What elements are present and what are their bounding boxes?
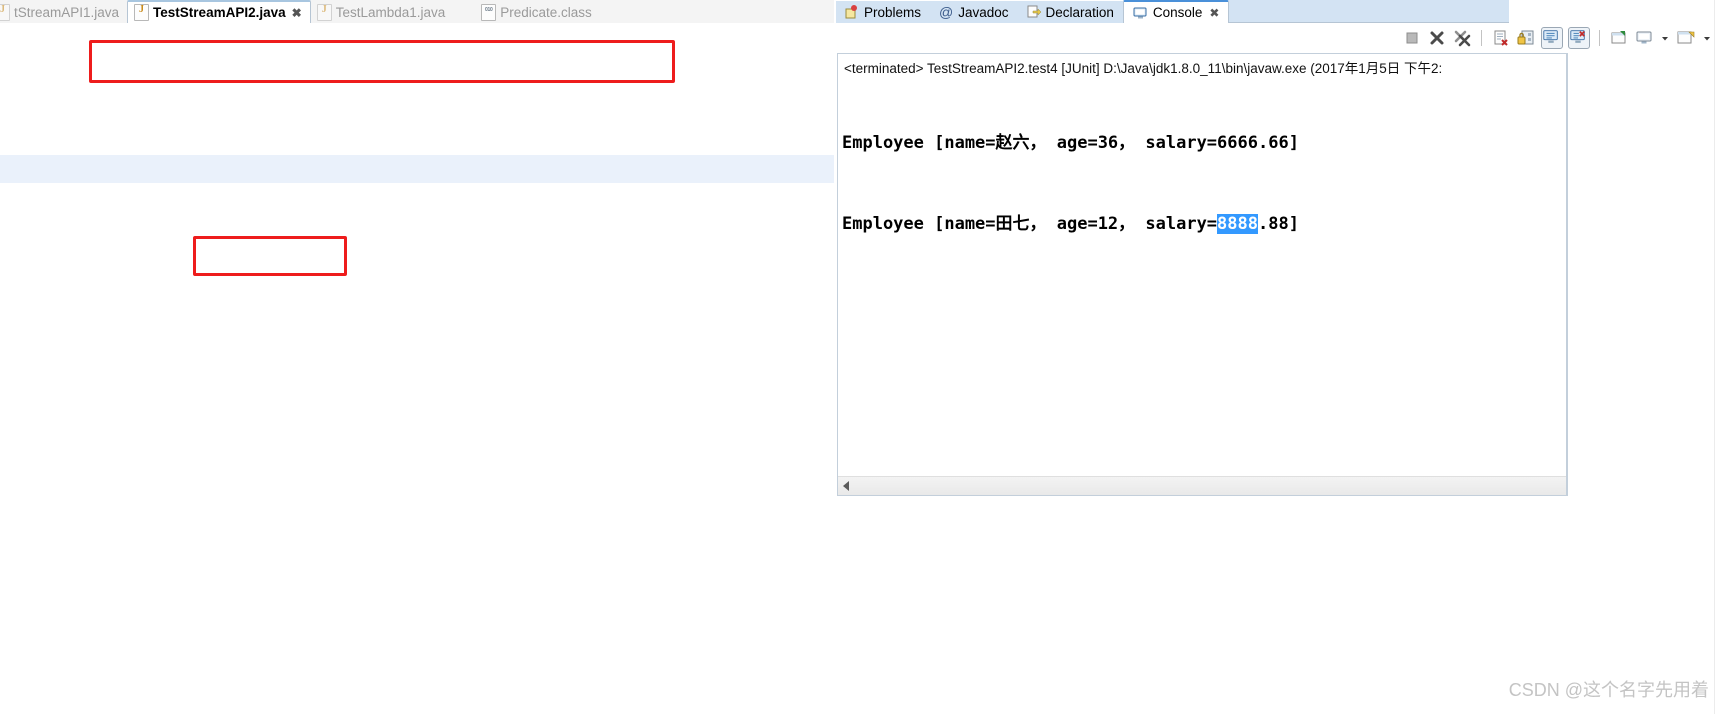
code-line-filter-1: .filter((e) -> e.getSalary() > 5000) bbox=[0, 211, 834, 239]
scroll-lock-button[interactable] bbox=[1516, 28, 1536, 48]
declaration-icon bbox=[1027, 5, 1041, 18]
code-line-close-lambda: }) bbox=[0, 519, 834, 547]
show-console-on-output-button[interactable] bbox=[1541, 27, 1563, 49]
view-menu-button[interactable] bbox=[1701, 28, 1713, 48]
code-line-close-brace-2: } bbox=[0, 603, 834, 631]
console-panel-right-border bbox=[1567, 53, 1568, 496]
view-tab-bar-empty bbox=[1509, 1, 1723, 23]
terminate-button[interactable] bbox=[1402, 28, 1422, 48]
code-line-annotation-test4: @Test bbox=[0, 127, 834, 155]
remove-launch-button[interactable] bbox=[1427, 28, 1447, 48]
view-tab-label: Declaration bbox=[1045, 4, 1114, 20]
chevron-down-icon[interactable] bbox=[1659, 28, 1671, 48]
code-line-println-shortcircuit: System.out.println("短路!"); //&& || bbox=[0, 463, 834, 491]
view-tab-bar: Problems @ Javadoc Declaration Console ✖ bbox=[836, 0, 1723, 23]
window-right-edge bbox=[1714, 0, 1723, 714]
code-line-skip-comment: skip(n) — 跳过元素，返回一个扔掉了前 n 个元素的流。若流中元素不足 … bbox=[0, 43, 834, 71]
code-line-foreach-1: .forEach(System.out::println); bbox=[0, 267, 834, 295]
code-line-employees-stream-1: employees.stream() bbox=[0, 183, 834, 211]
code-line-method-test3: public void test3(){ bbox=[0, 379, 834, 407]
close-icon[interactable]: ✖ bbox=[1209, 6, 1219, 20]
code-line-method-test4: public void test4(){ bbox=[0, 155, 834, 183]
console-output-line: Employee [name=田七， age=12， salary=8888.8… bbox=[842, 211, 1566, 238]
pin-console-button[interactable] bbox=[1609, 28, 1629, 48]
code-line-employees-stream-2: employees.stream() bbox=[0, 407, 834, 435]
view-tab-problems[interactable]: Problems bbox=[836, 1, 931, 23]
code-line-limit2: .limit(2) bbox=[0, 547, 834, 575]
java-editor-pane: tStreamAPI1.java TestStreamAPI2.java ✖ T… bbox=[0, 0, 834, 714]
view-tab-label: Problems bbox=[864, 4, 922, 20]
view-tab-console[interactable]: Console ✖ bbox=[1122, 0, 1230, 23]
javadoc-at-icon: @ bbox=[939, 4, 954, 20]
code-line-return: return e.getSalary() > 5000; bbox=[0, 491, 834, 519]
show-console-on-error-button[interactable] bbox=[1568, 27, 1590, 49]
console-launch-header: <terminated> TestStreamAPI2.test4 [JUnit… bbox=[844, 61, 1443, 76]
console-horizontal-scrollbar[interactable] bbox=[838, 476, 1566, 495]
console-output-panel[interactable]: <terminated> TestStreamAPI2.test4 [JUnit… bbox=[837, 53, 1567, 496]
view-tab-bar-filler bbox=[1229, 0, 1510, 23]
code-line-filter-2: .filter((e) -> { bbox=[0, 435, 834, 463]
console-view-pane: Problems @ Javadoc Declaration Console ✖ bbox=[836, 0, 1723, 714]
code-line-distinct-comment: distinct—筛选，通过流所生成元素的 hashCode() 和 equal… bbox=[0, 71, 834, 99]
scroll-left-arrow-icon[interactable] bbox=[843, 481, 849, 491]
remove-all-terminated-button[interactable] bbox=[1452, 28, 1472, 48]
console-line-text-tail: .88] bbox=[1258, 214, 1299, 234]
view-tab-label: Javadoc bbox=[958, 4, 1009, 20]
view-tab-declaration[interactable]: Declaration bbox=[1017, 1, 1123, 23]
code-line-foreach-2: .forEach(System.out::println); bbox=[0, 575, 834, 603]
view-tab-javadoc[interactable]: @ Javadoc bbox=[930, 1, 1018, 23]
console-line-text: Employee [name=赵六， age=36， salary=6666.6… bbox=[842, 133, 1299, 153]
toolbar-separator bbox=[1481, 30, 1482, 46]
open-console-button[interactable] bbox=[1676, 28, 1696, 48]
code-editor-area[interactable]: filter—截断流，使其元素不超过给定数量。 skip(n) — 跳过元素，返… bbox=[0, 23, 834, 714]
code-line-annotation-test3: @Test bbox=[0, 351, 834, 379]
console-output-line: Employee [name=赵六， age=36， salary=6666.6… bbox=[842, 130, 1566, 157]
console-output-text[interactable]: Employee [name=赵六， age=36， salary=6666.6… bbox=[838, 76, 1566, 473]
console-selected-value: 8888 bbox=[1217, 214, 1258, 234]
code-line-clipped-comment: filter—截断流，使其元素不超过给定数量。 bbox=[0, 15, 834, 43]
view-tab-label: Console bbox=[1152, 5, 1203, 20]
code-line-skip2: .skip(2) bbox=[0, 239, 834, 267]
csdn-watermark: CSDN @这个名字先用着 bbox=[1508, 680, 1709, 700]
display-selected-console-button[interactable] bbox=[1634, 28, 1654, 48]
clear-console-button[interactable] bbox=[1491, 28, 1511, 48]
code-line-comment-end: */ bbox=[0, 99, 834, 127]
toolbar-separator bbox=[1599, 30, 1600, 46]
console-line-text: Employee [name=田七， age=12， salary= bbox=[842, 214, 1218, 234]
console-toolbar bbox=[836, 23, 1723, 53]
code-line-close-brace-1: } bbox=[0, 295, 834, 323]
console-icon bbox=[1133, 7, 1147, 18]
problems-icon bbox=[845, 5, 857, 19]
